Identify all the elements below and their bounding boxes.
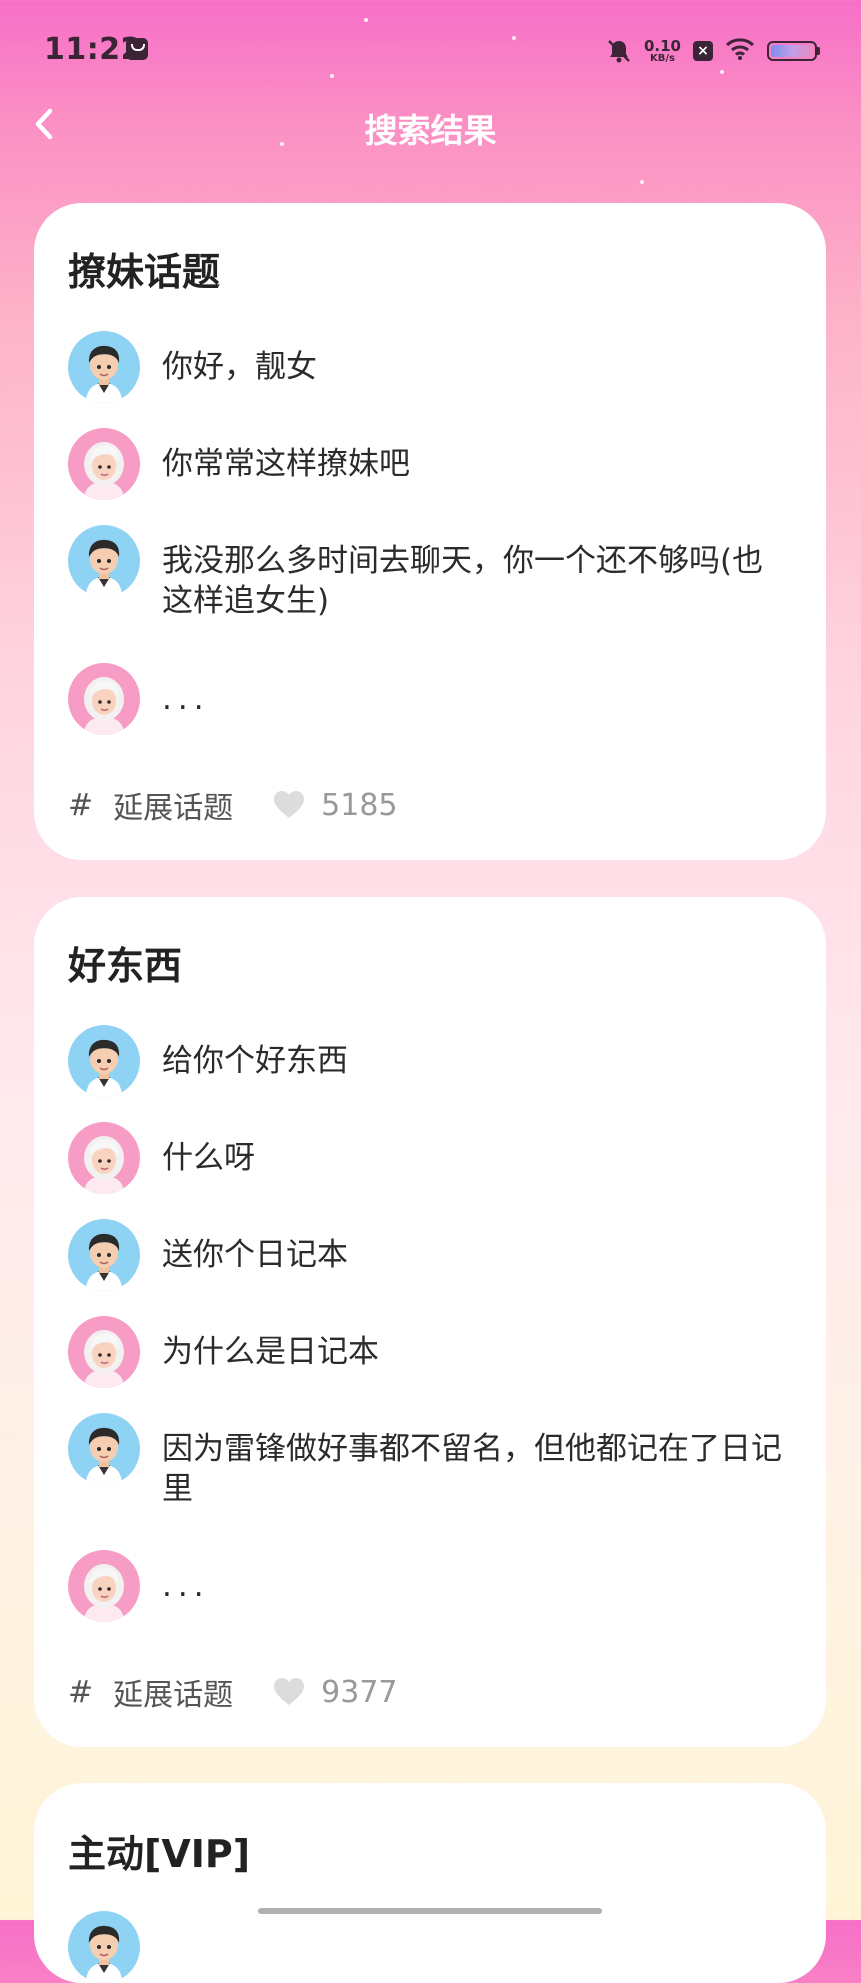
tag-hash: # bbox=[68, 787, 94, 823]
card-footer: # 延展话题 5185 bbox=[68, 783, 398, 827]
chat-text: 给你个好东西 bbox=[162, 1043, 348, 1079]
home-indicator[interactable] bbox=[258, 1908, 602, 1914]
female-avatar bbox=[68, 1316, 140, 1388]
chat-text: ... bbox=[162, 681, 210, 717]
tag-hash: # bbox=[68, 1674, 94, 1710]
status-bar: 11:22 0.10 KB/s × bbox=[0, 0, 861, 100]
chat-line: 送你个日记本 bbox=[68, 1219, 792, 1291]
wifi-icon bbox=[725, 37, 755, 65]
extend-topic-link[interactable]: 延展话题 bbox=[113, 783, 233, 827]
male-avatar bbox=[68, 331, 140, 403]
female-avatar bbox=[68, 1550, 140, 1622]
chat-text: 你常常这样撩妹吧 bbox=[162, 446, 410, 482]
card-title: 撩妹话题 bbox=[68, 250, 221, 294]
net-speed: 0.10 KB/s bbox=[643, 36, 681, 64]
male-avatar bbox=[68, 1911, 140, 1983]
net-speed-unit: KB/s bbox=[650, 52, 675, 64]
message-notification-icon bbox=[126, 38, 148, 60]
card-title: 主动[VIP] bbox=[68, 1832, 251, 1876]
chat-line: ... bbox=[68, 663, 792, 735]
topic-card[interactable]: 好东西 给你个好东西 什么呀 送你个日记本 为什么是日记本 因为雷锋做好事都不留… bbox=[34, 897, 826, 1747]
chat-text: 送你个日记本 bbox=[162, 1237, 348, 1273]
chat-text: 什么呀 bbox=[162, 1140, 255, 1176]
battery-icon bbox=[767, 41, 820, 61]
status-icons: 0.10 KB/s × bbox=[606, 34, 820, 68]
bell-muted-icon bbox=[606, 38, 632, 64]
chat-line: 我没那么多时间去聊天，你一个还不够吗(也这样追女生) bbox=[68, 525, 792, 621]
x-box-icon: × bbox=[693, 41, 713, 61]
chat-line: 为什么是日记本 bbox=[68, 1316, 792, 1388]
chat-line: 你常常这样撩妹吧 bbox=[68, 428, 792, 500]
page-title: 搜索结果 bbox=[364, 111, 497, 150]
like-count: 5185 bbox=[321, 787, 398, 823]
topic-card[interactable]: 主动[VIP] bbox=[34, 1783, 826, 1983]
chat-text: 为什么是日记本 bbox=[162, 1334, 379, 1370]
male-avatar bbox=[68, 1413, 140, 1485]
chat-text: 我没那么多时间去聊天，你一个还不够吗(也这样追女生) bbox=[162, 543, 764, 619]
chat-line: 你好，靓女 bbox=[68, 331, 792, 403]
net-speed-value: 0.10 bbox=[643, 36, 681, 55]
chat-line: 给你个好东西 bbox=[68, 1025, 792, 1097]
heart-icon[interactable] bbox=[273, 790, 305, 820]
female-avatar bbox=[68, 1122, 140, 1194]
like-count: 9377 bbox=[321, 1674, 398, 1710]
chat-line: ... bbox=[68, 1550, 792, 1622]
chat-text: 你好，靓女 bbox=[162, 349, 317, 385]
chat-line: 因为雷锋做好事都不留名，但他都记在了日记里 bbox=[68, 1413, 792, 1509]
chat-line: 什么呀 bbox=[68, 1122, 792, 1194]
topic-card[interactable]: 撩妹话题 你好，靓女 你常常这样撩妹吧 我没那么多时间去聊天，你一个还不够吗(也… bbox=[34, 203, 826, 860]
chat-line bbox=[68, 1911, 792, 1983]
nav-bar: 搜索结果 bbox=[0, 90, 861, 160]
card-title: 好东西 bbox=[68, 944, 183, 988]
chat-text: 因为雷锋做好事都不留名，但他都记在了日记里 bbox=[162, 1431, 782, 1507]
male-avatar bbox=[68, 1219, 140, 1291]
card-footer: # 延展话题 9377 bbox=[68, 1670, 398, 1714]
heart-icon[interactable] bbox=[273, 1677, 305, 1707]
male-avatar bbox=[68, 525, 140, 597]
extend-topic-link[interactable]: 延展话题 bbox=[113, 1670, 233, 1714]
male-avatar bbox=[68, 1025, 140, 1097]
chat-text: ... bbox=[162, 1568, 210, 1604]
sparkle-decoration bbox=[640, 180, 644, 184]
female-avatar bbox=[68, 428, 140, 500]
female-avatar bbox=[68, 663, 140, 735]
